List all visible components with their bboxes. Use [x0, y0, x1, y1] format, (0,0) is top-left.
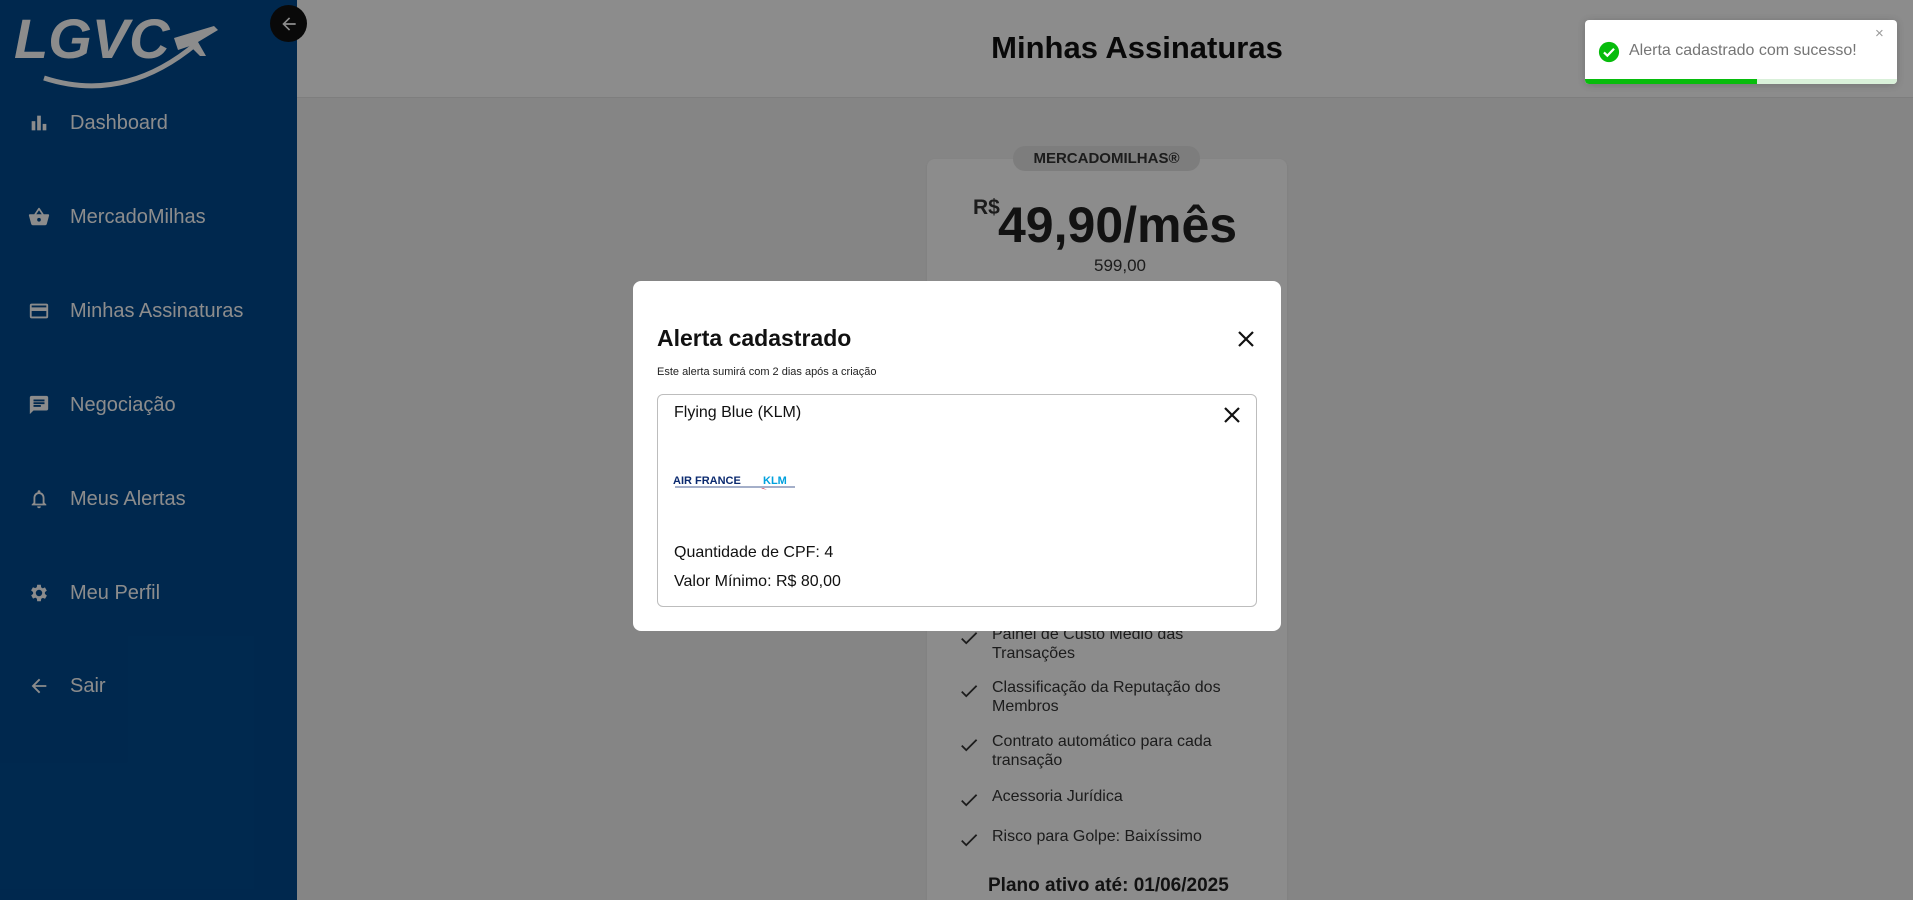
alert-cpf-count: Quantidade de CPF: 4 — [674, 544, 834, 561]
airfrance-klm-logo: AIR FRANCE KLM — [673, 475, 795, 490]
close-icon[interactable] — [1234, 327, 1258, 351]
airline-logo-text-klm: KLM — [763, 475, 787, 487]
remove-alert-icon[interactable] — [1220, 403, 1244, 427]
alert-min-value: Valor Mínimo: R$ 80,00 — [674, 573, 841, 590]
toast-close-button[interactable]: × — [1875, 26, 1884, 41]
modal-title: Alerta cadastrado — [657, 325, 852, 351]
toast-progress-track — [1585, 79, 1897, 84]
airline-logo-text: AIR FRANCE — [673, 475, 741, 487]
alert-card: Flying Blue (KLM) AIR FRANCE KLM Quantid… — [657, 394, 1257, 607]
success-toast[interactable]: Alerta cadastrado com sucesso! × — [1585, 20, 1897, 84]
toast-progress-bar — [1585, 79, 1757, 84]
alert-program: Flying Blue (KLM) — [674, 404, 802, 421]
check-circle-icon — [1598, 41, 1620, 63]
alert-modal: Alerta cadastrado Este alerta sumirá com… — [633, 281, 1281, 631]
modal-subtitle: Este alerta sumirá com 2 dias após a cri… — [657, 366, 877, 378]
toast-message: Alerta cadastrado com sucesso! — [1629, 42, 1857, 59]
